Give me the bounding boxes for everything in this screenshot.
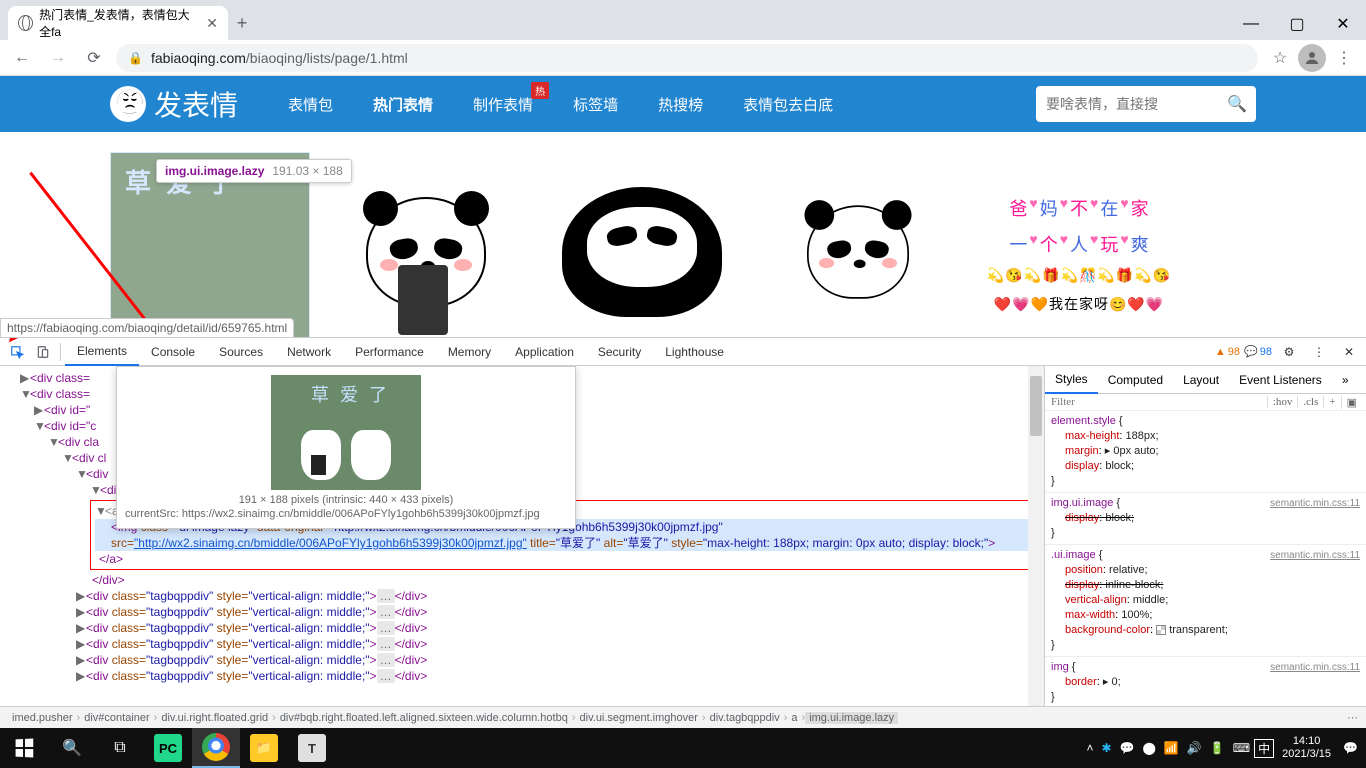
tab-elements[interactable]: Elements	[65, 338, 139, 366]
lock-icon: 🔒	[128, 51, 143, 65]
elements-panel[interactable]: ⋯ 草 爱 了 191 × 188 pixels (intrinsic: 440…	[0, 366, 1044, 706]
main-nav: 表情包 热门表情 制作表情热 标签墙 热搜榜 表情包去白底	[268, 76, 853, 133]
inspect-tooltip: img.ui.image.lazy 191.03 × 188	[156, 159, 352, 183]
taskbar-app-pycharm[interactable]: PC	[144, 728, 192, 768]
preview-dimensions: 191 × 188 pixels (intrinsic: 440 × 433 p…	[125, 494, 567, 506]
warnings-badge[interactable]: ▲ 98	[1215, 346, 1240, 358]
dom-breadcrumb[interactable]: imed.pusher› div#container› div.ui.right…	[0, 706, 1366, 728]
messages-badge[interactable]: 💬 98	[1244, 345, 1272, 358]
profile-button[interactable]	[1298, 44, 1326, 72]
site-header: 发表情 表情包 热门表情 制作表情热 标签墙 热搜榜 表情包去白底 🔍	[0, 76, 1366, 132]
tab-computed[interactable]: Computed	[1098, 366, 1173, 394]
tab-sources[interactable]: Sources	[207, 338, 275, 366]
logo-icon	[110, 86, 146, 122]
url-input[interactable]: 🔒 fabiaoqing.com/biaoqing/lists/page/1.h…	[116, 44, 1258, 72]
search-button[interactable]: 🔍	[48, 728, 96, 768]
meme-image-5[interactable]: 爸♥妈♥不♥在♥家 一♥个♥人♥玩♥爽 💫😘💫🎁💫🎊💫🎁💫😘 ❤️💗🧡我在家呀😊…	[974, 152, 1184, 337]
forward-button[interactable]: →	[44, 44, 72, 72]
tab-memory[interactable]: Memory	[436, 338, 503, 366]
more-icon[interactable]: ⋮	[1306, 339, 1332, 365]
nav-item-3[interactable]: 标签墙	[553, 76, 638, 133]
tab-layout[interactable]: Layout	[1173, 366, 1229, 394]
more-tabs-icon[interactable]: »	[1332, 366, 1359, 394]
nav-item-4[interactable]: 热搜榜	[638, 76, 723, 133]
notifications-button[interactable]: 💬	[1339, 741, 1362, 755]
tab-title: 热门表情_发表情，表情包大全fa	[39, 6, 200, 40]
tray-icon[interactable]: ✱	[1097, 741, 1115, 755]
tray-wechat-icon[interactable]: 💬	[1116, 741, 1139, 755]
menu-button[interactable]: ⋮	[1330, 44, 1358, 72]
page-viewport: 发表情 表情包 热门表情 制作表情热 标签墙 热搜榜 表情包去白底 🔍 草 爱 …	[0, 76, 1366, 337]
windows-taskbar: 🔍 ⧉ PC 📁 T ˄ ✱ 💬 ⬤ 📶 🔊 🔋 ⌨ 中 14:102021/3…	[0, 728, 1366, 768]
preview-src: currentSrc: https://wx2.sinaimg.cn/bmidd…	[125, 508, 567, 520]
browser-tab-strip: 热门表情_发表情，表情包大全fa ✕ + — ▢ ✕	[0, 0, 1366, 40]
back-button[interactable]: ←	[8, 44, 36, 72]
tab-network[interactable]: Network	[275, 338, 343, 366]
tray-battery-icon[interactable]: 🔋	[1206, 741, 1229, 755]
globe-icon	[18, 15, 33, 31]
devtools-tabs: Elements Console Sources Network Perform…	[0, 338, 1366, 366]
styles-filter-input[interactable]	[1049, 394, 1267, 410]
tooltip-selector: img.ui.image.lazy	[165, 164, 264, 178]
tray-network-icon[interactable]: 📶	[1160, 741, 1183, 755]
inspect-element-button[interactable]	[4, 339, 30, 365]
task-view-button[interactable]: ⧉	[96, 728, 144, 768]
url-text: fabiaoqing.com/biaoqing/lists/page/1.htm…	[151, 50, 408, 66]
tray-chevron-icon[interactable]: ˄	[1082, 741, 1097, 755]
hot-badge: 热	[531, 82, 549, 99]
tab-performance[interactable]: Performance	[343, 338, 436, 366]
meme-image-2[interactable]	[326, 152, 526, 337]
devtools-panel: Elements Console Sources Network Perform…	[0, 337, 1366, 728]
new-style-button[interactable]: +	[1323, 396, 1340, 408]
device-toggle-button[interactable]	[30, 339, 56, 365]
site-logo[interactable]: 发表情	[110, 84, 238, 124]
settings-icon[interactable]: ⚙	[1276, 339, 1302, 365]
search-icon[interactable]: 🔍	[1227, 94, 1247, 114]
start-button[interactable]	[0, 728, 48, 768]
taskbar-clock[interactable]: 14:102021/3/15	[1274, 735, 1339, 761]
cls-toggle[interactable]: .cls	[1297, 396, 1323, 408]
address-bar: ← → ⟳ 🔒 fabiaoqing.com/biaoqing/lists/pa…	[0, 40, 1366, 76]
new-tab-button[interactable]: +	[228, 13, 256, 40]
search-box[interactable]: 🔍	[1036, 86, 1256, 122]
styles-panel: Styles Computed Layout Event Listeners »…	[1044, 366, 1366, 706]
box-model-icon[interactable]: ▣	[1341, 396, 1362, 409]
nav-item-0[interactable]: 表情包	[268, 76, 353, 133]
taskbar-app-chrome[interactable]	[192, 728, 240, 768]
close-button[interactable]: ✕	[1320, 8, 1366, 40]
tray-icon-2[interactable]: ⬤	[1138, 741, 1159, 755]
image-hover-preview: 草 爱 了 191 × 188 pixels (intrinsic: 440 ×…	[116, 366, 576, 529]
tab-application[interactable]: Application	[503, 338, 586, 366]
taskbar-app-explorer[interactable]: 📁	[240, 728, 288, 768]
tray-keyboard-icon[interactable]: ⌨	[1229, 741, 1254, 755]
tab-lighthouse[interactable]: Lighthouse	[653, 338, 736, 366]
search-input[interactable]	[1046, 96, 1227, 112]
taskbar-app-text[interactable]: T	[288, 728, 336, 768]
scrollbar-vertical[interactable]	[1028, 366, 1044, 706]
tray-ime[interactable]: 中	[1254, 739, 1274, 758]
nav-item-1[interactable]: 热门表情	[353, 76, 453, 133]
tooltip-dimensions: 191.03 × 188	[272, 164, 342, 178]
tab-event-listeners[interactable]: Event Listeners	[1229, 366, 1332, 394]
tab-security[interactable]: Security	[586, 338, 653, 366]
logo-text: 发表情	[154, 84, 238, 124]
nav-item-5[interactable]: 表情包去白底	[723, 76, 853, 133]
meme-image-3[interactable]	[542, 152, 742, 337]
browser-tab[interactable]: 热门表情_发表情，表情包大全fa ✕	[8, 6, 228, 40]
tray-volume-icon[interactable]: 🔊	[1183, 741, 1206, 755]
meme-image-4[interactable]	[758, 152, 958, 337]
bookmark-button[interactable]: ☆	[1266, 44, 1294, 72]
tab-console[interactable]: Console	[139, 338, 207, 366]
maximize-button[interactable]: ▢	[1274, 8, 1320, 40]
status-bar-url: https://fabiaoqing.com/biaoqing/detail/i…	[0, 318, 294, 338]
tab-styles[interactable]: Styles	[1045, 366, 1098, 394]
close-icon[interactable]: ✕	[206, 15, 218, 32]
styles-rules[interactable]: element.style {max-height: 188px;margin:…	[1045, 411, 1366, 706]
reload-button[interactable]: ⟳	[80, 44, 108, 72]
minimize-button[interactable]: —	[1228, 8, 1274, 40]
hov-toggle[interactable]: :hov	[1267, 396, 1298, 408]
window-controls: — ▢ ✕	[1228, 8, 1366, 40]
nav-item-2[interactable]: 制作表情热	[453, 76, 553, 133]
close-devtools-button[interactable]: ✕	[1336, 339, 1362, 365]
